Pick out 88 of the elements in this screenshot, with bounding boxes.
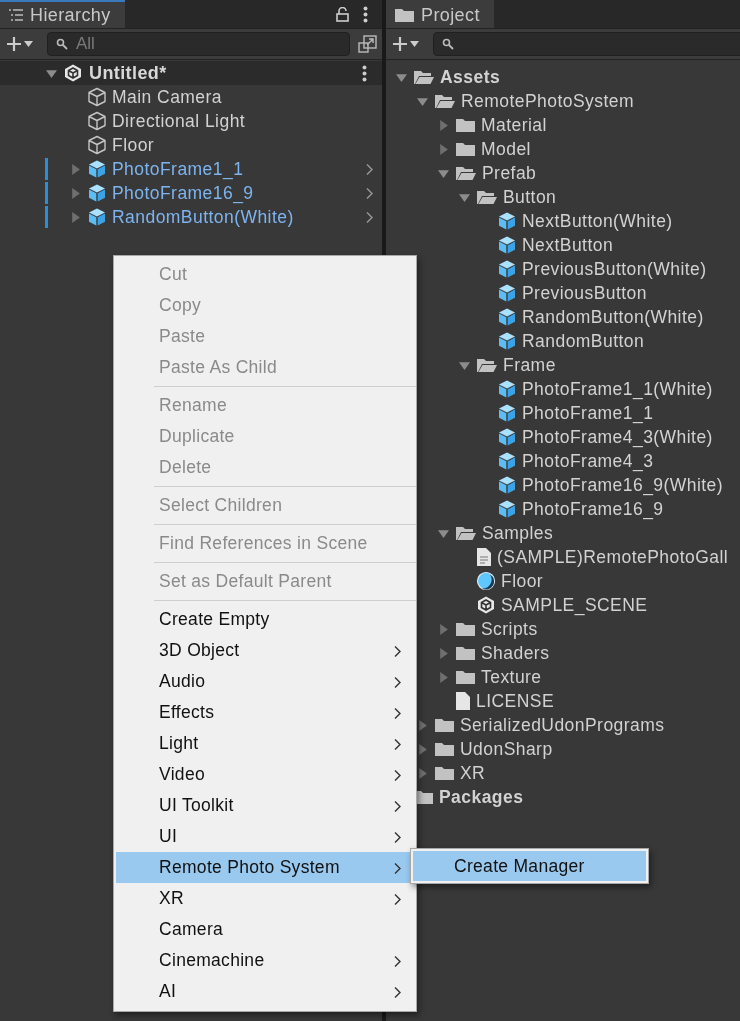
unity-logo-icon <box>63 63 83 83</box>
open-folder-icon <box>455 524 477 542</box>
expand-arrow-icon[interactable] <box>458 359 470 371</box>
project-tab[interactable]: Project <box>386 0 494 28</box>
tree-item[interactable]: Assets <box>386 65 740 89</box>
cube-icon <box>497 283 517 303</box>
plus-icon <box>6 36 22 52</box>
file-icon <box>455 691 471 711</box>
caret-icon <box>410 41 419 47</box>
search-field[interactable] <box>433 32 740 56</box>
expand-arrow-icon[interactable] <box>437 527 449 539</box>
search-icon <box>442 38 454 50</box>
cube-icon <box>497 211 517 231</box>
text-file-icon <box>476 547 492 567</box>
expand-arrow-icon[interactable] <box>416 743 428 755</box>
cube-icon <box>497 499 517 519</box>
hierarchy-item[interactable]: Directional Light <box>0 109 382 133</box>
plus-icon <box>392 36 408 52</box>
lock-icon[interactable] <box>336 6 349 22</box>
cube-icon <box>87 87 107 107</box>
menu-item[interactable]: XR <box>116 883 414 914</box>
cube-icon <box>497 451 517 471</box>
cube-icon <box>87 135 107 155</box>
menu-item[interactable]: Cinemachine <box>116 945 414 976</box>
expand-arrow-icon[interactable] <box>46 67 57 79</box>
folder-icon <box>455 668 476 686</box>
chevron-right-icon[interactable] <box>365 163 374 176</box>
hierarchy-item[interactable]: Floor <box>0 133 382 157</box>
expand-arrow-icon[interactable] <box>416 767 428 779</box>
expand-arrow-icon[interactable] <box>458 191 470 203</box>
cube-icon <box>497 427 517 447</box>
cube-icon <box>497 475 517 495</box>
folder-icon <box>434 764 455 782</box>
expand-arrow-icon[interactable] <box>437 167 449 179</box>
expand-arrow-icon[interactable] <box>416 719 428 731</box>
tree-item[interactable]: Material <box>386 113 740 137</box>
cube-icon <box>497 403 517 423</box>
search-icon <box>56 38 68 50</box>
tree-item[interactable]: Button <box>386 185 740 209</box>
cube-icon <box>497 379 517 399</box>
folder-icon <box>455 644 476 662</box>
cube-icon <box>87 159 107 179</box>
list-icon <box>8 8 24 22</box>
open-folder-icon <box>434 92 456 110</box>
menu-item[interactable]: Camera <box>116 914 414 945</box>
menu-item[interactable]: UI Toolkit <box>116 790 414 821</box>
cube-icon <box>87 111 107 131</box>
more-icon[interactable] <box>363 5 368 23</box>
open-folder-icon <box>476 188 498 206</box>
menu-item[interactable]: UI <box>116 821 414 852</box>
folder-icon <box>455 116 476 134</box>
scene-toggle-icon[interactable] <box>358 34 378 54</box>
hierarchy-item[interactable]: PhotoFrame16_9 <box>0 181 382 205</box>
folder-icon <box>455 620 476 638</box>
unity-logo-icon <box>476 595 496 615</box>
more-icon[interactable] <box>362 64 367 82</box>
folder-icon <box>434 740 455 758</box>
tree-item[interactable]: Model <box>386 137 740 161</box>
cube-icon <box>497 259 517 279</box>
scene-name: Untitled* <box>89 62 167 84</box>
caret-icon <box>24 41 33 47</box>
sphere-icon <box>476 571 496 591</box>
cube-icon <box>87 207 107 227</box>
tree-item[interactable]: NextButton(White) <box>386 209 740 233</box>
open-folder-icon <box>413 68 435 86</box>
open-folder-icon <box>476 356 498 374</box>
cube-icon <box>497 307 517 327</box>
cube-icon <box>497 235 517 255</box>
hierarchy-item[interactable]: Main Camera <box>0 85 382 109</box>
tree-item[interactable]: Prefab <box>386 161 740 185</box>
chevron-right-icon[interactable] <box>365 187 374 200</box>
folder-icon <box>455 140 476 158</box>
hierarchy-item[interactable]: RandomButton(White) <box>0 205 382 229</box>
hierarchy-tab[interactable]: Hierarchy <box>0 0 125 28</box>
expand-arrow-icon[interactable] <box>395 71 407 83</box>
folder-icon <box>394 6 415 24</box>
folder-icon <box>434 716 455 734</box>
chevron-right-icon[interactable] <box>365 211 374 224</box>
open-folder-icon <box>455 164 477 182</box>
hierarchy-item[interactable]: PhotoFrame1_1 <box>0 157 382 181</box>
menu-item[interactable]: AI <box>116 976 414 1007</box>
cube-icon <box>87 183 107 203</box>
scene-header[interactable]: Untitled* <box>0 61 382 85</box>
menu-item[interactable]: Create Manager <box>413 851 646 881</box>
tree-item[interactable]: NextButton <box>386 233 740 257</box>
tree-item[interactable]: RemotePhotoSystem <box>386 89 740 113</box>
expand-arrow-icon[interactable] <box>416 95 428 107</box>
cube-icon <box>497 331 517 351</box>
